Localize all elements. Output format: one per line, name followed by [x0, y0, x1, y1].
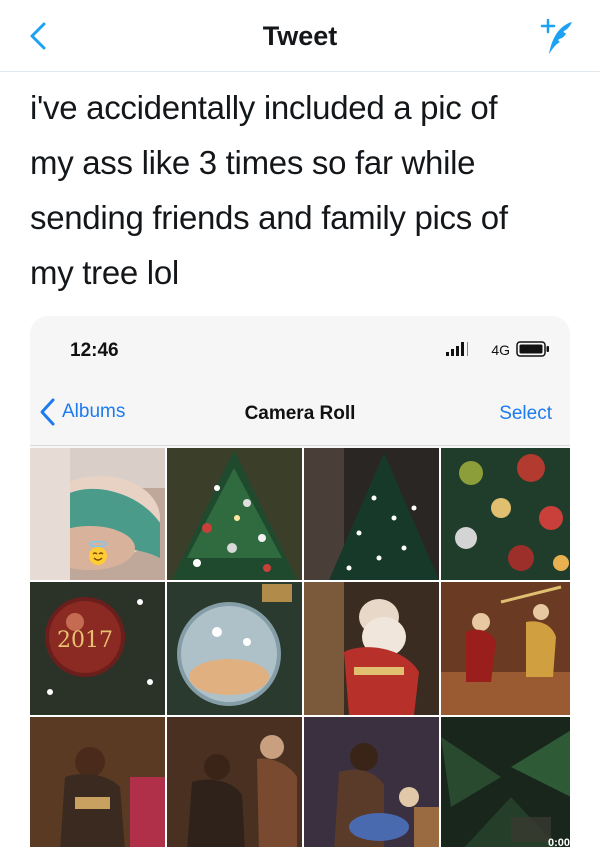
photo-thumbnail[interactable] — [304, 448, 439, 580]
network-label: 4G — [491, 342, 510, 358]
photo-thumbnail[interactable]: 0:00 — [441, 717, 570, 847]
compose-tweet-icon[interactable] — [534, 14, 578, 58]
select-button[interactable]: Select — [499, 403, 552, 425]
tweet-line: my tree lol — [30, 254, 179, 291]
photo-thumbnail[interactable]: 2017 — [30, 582, 165, 715]
video-duration: 0:00 — [547, 837, 570, 847]
camera-roll-screenshot[interactable]: 12:46 4G Albums Camera Roll Select 2017 … — [30, 316, 570, 847]
photo-thumbnail[interactable] — [30, 717, 165, 847]
camera-roll-nav: Albums Camera Roll Select — [30, 380, 570, 446]
camera-roll-title: Camera Roll — [244, 403, 356, 424]
photo-thumbnail[interactable] — [30, 448, 165, 580]
photo-thumbnail[interactable] — [441, 582, 570, 715]
tweet-line: sending friends and family pics of — [30, 199, 508, 236]
tweet-line: i've accidentally included a pic of — [30, 89, 498, 126]
tweet-page: Tweet i've accidentally included a pic o… — [0, 0, 600, 847]
tweet-nav-bar: Tweet — [0, 0, 600, 72]
photo-thumbnail[interactable] — [167, 582, 302, 715]
photo-thumbnail[interactable] — [304, 717, 439, 847]
status-time: 12:46 — [70, 340, 119, 361]
battery-icon — [516, 341, 549, 357]
photo-thumbnail[interactable] — [304, 582, 439, 715]
signal-bars-icon — [446, 342, 468, 356]
status-bar: 12:46 4G — [30, 316, 570, 380]
page-title: Tweet — [262, 21, 338, 51]
photo-thumbnail[interactable] — [441, 448, 570, 580]
photo-thumbnail[interactable] — [167, 717, 302, 847]
tweet-line: my ass like 3 times so far while — [30, 144, 476, 181]
tweet-text: i've accidentally included a pic of my a… — [30, 80, 570, 300]
smiling-face-with-halo-icon — [89, 540, 107, 565]
photo-grid: 2017 0:00 — [30, 448, 570, 847]
ornament-year-text: 2017 — [57, 628, 113, 653]
photo-thumbnail[interactable] — [167, 448, 302, 580]
